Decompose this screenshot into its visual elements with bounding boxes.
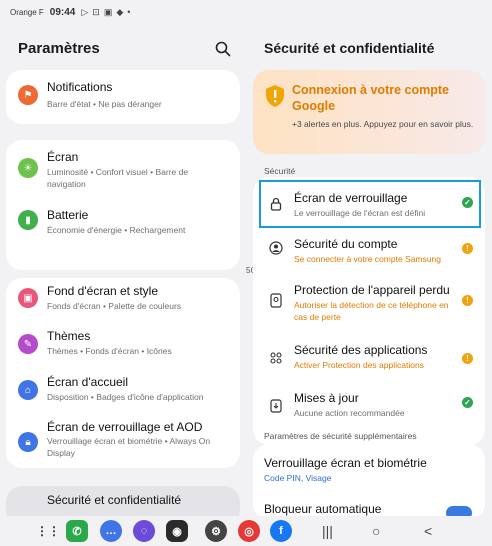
screenshot-icon: ⊡ [92, 6, 100, 17]
detail-title: Sécurité et confidentialité [264, 40, 435, 56]
apps-grid-icon[interactable]: ⋮⋮ [36, 520, 60, 542]
settings-item-wallpaper[interactable]: ▣ Fond d'écran et style Fonds d'écran • … [6, 278, 240, 322]
item-title: Notifications [47, 80, 113, 94]
group-display: ☀ Écran Luminosité • Confort visuel • Ba… [6, 140, 240, 270]
item-title: Verrouillage écran et biométrie [264, 456, 427, 470]
section-label-extra: Paramètres de sécurité supplémentaires [264, 431, 417, 441]
settings-item-themes[interactable]: ✎ Thèmes Thèmes • Fonds d'écran • Icônes [6, 322, 240, 368]
account-icon [269, 241, 283, 255]
settings-item-display[interactable]: ☀ Écran Luminosité • Confort visuel • Ba… [6, 140, 240, 202]
home-button[interactable]: ○ [372, 523, 380, 539]
security-item-lost-device[interactable]: Protection de l'appareil perdu Autoriser… [253, 275, 485, 335]
update-icon [269, 399, 283, 413]
warning-shield-icon [266, 85, 284, 107]
card-subtitle: +3 alertes en plus. Appuyez pour en savo… [292, 119, 474, 129]
alert-icon: ! [462, 243, 473, 254]
item-subtitle: Aucune action recommandée [294, 408, 405, 418]
item-title: Écran d'accueil [47, 375, 128, 389]
sun-icon: ☀ [18, 158, 38, 178]
item-subtitle: Thèmes • Fonds d'écran • Icônes [47, 346, 172, 356]
item-title: Écran [47, 150, 79, 164]
focus-highlight [259, 180, 481, 228]
image-icon: ▣ [18, 288, 38, 308]
setting-lock-biometrics[interactable]: Verrouillage écran et biométrie Code PIN… [253, 444, 485, 488]
clock: 09:44 [49, 6, 76, 18]
settings-icon[interactable]: ⚙ [205, 520, 227, 542]
brush-icon: ✎ [18, 334, 38, 354]
item-subtitle: Disposition • Badges d'icône d'applicati… [47, 392, 204, 402]
chrome-icon[interactable]: ◎ [238, 520, 260, 542]
section-label-security: Sécurité [264, 166, 296, 176]
status-bar: Orange F 09:44 ▷ ⊡ ▣ ◆ • 5G ▂▄▆ 99 [0, 0, 492, 276]
item-subtitle: Économie d'énergie • Rechargement [47, 225, 186, 235]
play-store-icon: ▷ [81, 6, 89, 17]
item-title: Sécurité du compte [294, 237, 398, 251]
item-title: Thèmes [47, 329, 91, 343]
item-title: Batterie [47, 208, 89, 222]
phone-icon[interactable]: ✆ [66, 520, 88, 542]
security-item-updates[interactable]: Mises à jour Aucune action recommandée ✓ [253, 385, 485, 437]
item-subtitle: Code PIN, Visage [264, 473, 332, 483]
home-icon: ⌂ [18, 380, 38, 400]
bell-icon: ⚑ [18, 85, 38, 105]
group-personalization: ▣ Fond d'écran et style Fonds d'écran • … [6, 278, 240, 468]
find-device-icon [269, 292, 283, 308]
facebook-icon[interactable]: f [270, 520, 292, 542]
alert-icon: ! [462, 295, 473, 306]
diamond-icon: ◆ [116, 6, 124, 17]
item-subtitle: Barre d'état • Ne pas déranger [47, 99, 162, 109]
item-title: Bloqueur automatique [264, 502, 382, 516]
settings-item-notifications[interactable]: ⚑ Notifications Barre d'état • Ne pas dé… [6, 70, 240, 124]
item-title: Protection de l'appareil perdu [294, 283, 450, 297]
camera-icon[interactable]: ◉ [166, 520, 188, 542]
item-title: Sécurité et confidentialité [47, 493, 182, 507]
item-title: Sécurité des applications [294, 343, 428, 357]
item-subtitle: Verrouillage écran et biométrie • Always… [47, 436, 211, 458]
internet-icon[interactable]: ◌ [133, 520, 155, 542]
item-subtitle: Se connecter à votre compte Samsung [294, 254, 441, 264]
item-title: Écran de verrouillage et AOD [47, 420, 203, 434]
settings-item-lock-screen[interactable]: 🔒︎ Écran de verrouillage et AOD Verrouil… [6, 414, 240, 468]
recents-button[interactable]: ||| [322, 523, 333, 539]
settings-item-battery[interactable]: ▮ Batterie Économie d'énergie • Recharge… [6, 202, 240, 256]
carrier-label: Orange F [10, 7, 44, 17]
card-title: Connexion à votre compte Google [292, 83, 449, 113]
taskbar: ⋮⋮ ✆ … ◌ ◉ ⚙ ◎ f ||| ○ < [0, 516, 492, 546]
check-icon: ✓ [462, 397, 473, 408]
google-account-alert-card[interactable]: Connexion à votre compte Google +3 alert… [253, 70, 485, 154]
item-subtitle: Activer Protection des applications [294, 360, 424, 370]
group-notifications: ⚑ Notifications Barre d'état • Ne pas dé… [6, 70, 240, 124]
settings-item-home-screen[interactable]: ⌂ Écran d'accueil Disposition • Badges d… [6, 368, 240, 414]
battery-icon: ▮ [18, 210, 38, 230]
security-detail-panel: Sécurité et confidentialité Connexion à … [246, 24, 492, 520]
security-item-apps[interactable]: Sécurité des applications Activer Protec… [253, 335, 485, 385]
item-subtitle: Fonds d'écran • Palette de couleurs [47, 301, 182, 311]
dot-icon: • [127, 7, 131, 17]
alert-icon: ! [462, 353, 473, 364]
search-icon [215, 41, 231, 57]
lock-icon: 🔒︎ [18, 432, 38, 452]
messages-icon[interactable]: … [100, 520, 122, 542]
apps-icon [269, 351, 283, 365]
item-title: Mises à jour [294, 391, 359, 405]
item-title: Fond d'écran et style [47, 284, 159, 298]
settings-list-panel: Paramètres ⚑ Notifications Barre d'état … [0, 24, 246, 526]
item-subtitle: Luminosité • Confort visuel • Barre de n… [47, 167, 189, 189]
gallery-icon: ▣ [103, 6, 113, 17]
item-subtitle: Autoriser la détection de ce téléphone e… [294, 300, 449, 322]
back-button[interactable]: < [424, 523, 432, 539]
search-button[interactable] [214, 40, 232, 58]
security-item-account[interactable]: Sécurité du compte Se connecter à votre … [253, 229, 485, 275]
page-title: Paramètres [18, 40, 100, 57]
